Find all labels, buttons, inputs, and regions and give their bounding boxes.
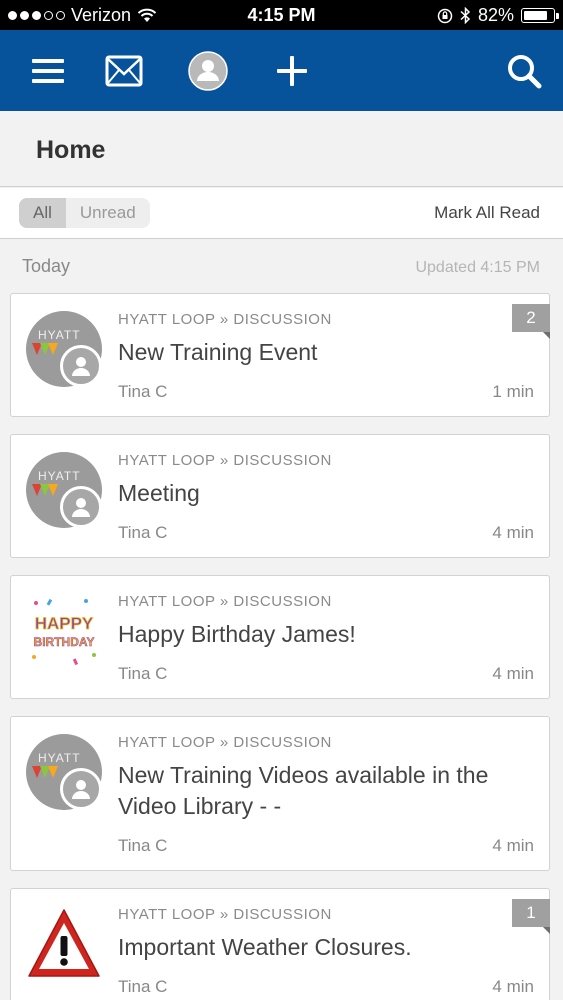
user-avatar-icon [60, 768, 102, 810]
add-button[interactable] [269, 48, 315, 94]
item-time: 4 min [492, 523, 534, 542]
group-avatar: HYATT [26, 311, 102, 387]
search-icon [508, 55, 542, 89]
item-author: Tina C [118, 523, 168, 542]
page-title: Home [36, 136, 106, 164]
mail-icon [105, 55, 143, 87]
feed-item[interactable]: HYATT HYATT LOOP » DISCUSSION Meeting Ti… [10, 434, 550, 558]
happy-birthday-image: HAPPY BIRTHDAY [26, 593, 102, 669]
profile-icon [188, 51, 228, 91]
reply-count-badge: 2 [512, 304, 550, 339]
bluetooth-icon [460, 7, 471, 24]
svg-text:BIRTHDAY: BIRTHDAY [34, 635, 95, 649]
feed-item[interactable]: HYATT HYATT LOOP » DISCUSSION New Traini… [10, 293, 550, 417]
item-title[interactable]: Meeting [118, 478, 528, 509]
item-time: 4 min [492, 977, 534, 996]
item-author: Tina C [118, 382, 168, 401]
add-icon [277, 56, 307, 86]
profile-button[interactable] [185, 48, 231, 94]
item-breadcrumb: HYATT LOOP » DISCUSSION [118, 311, 332, 328]
rotation-lock-icon [437, 8, 453, 23]
menu-icon [32, 59, 64, 83]
section-label: Today [22, 256, 71, 276]
feed-item[interactable]: HAPPY BIRTHDAY HYATT LOOP » DISCUSSION H… [10, 575, 550, 699]
feed-item[interactable]: HYATT HYATT LOOP » DISCUSSION New Traini… [10, 716, 550, 871]
mark-all-read-button[interactable]: Mark All Read [434, 203, 540, 223]
filter-unread-tab[interactable]: Unread [66, 198, 150, 228]
battery-icon [521, 8, 559, 23]
item-breadcrumb: HYATT LOOP » DISCUSSION [118, 734, 332, 751]
feed-item[interactable]: HYATT LOOP » DISCUSSION Important Weathe… [10, 888, 550, 1000]
item-author: Tina C [118, 977, 168, 996]
section-header: Today Updated 4:15 PM [0, 250, 563, 284]
item-time: 1 min [492, 382, 534, 401]
top-navigation [0, 30, 563, 111]
warning-icon [26, 906, 102, 982]
messages-button[interactable] [101, 48, 147, 94]
item-breadcrumb: HYATT LOOP » DISCUSSION [118, 452, 332, 469]
updated-timestamp: Updated 4:15 PM [415, 259, 540, 276]
user-avatar-icon [60, 345, 102, 387]
battery-percent: 82% [477, 5, 514, 25]
group-avatar: HYATT [26, 452, 102, 528]
group-avatar: HYATT [26, 734, 102, 810]
item-title[interactable]: Happy Birthday James! [118, 619, 528, 650]
filter-segmented-control: All Unread [19, 198, 150, 228]
item-breadcrumb: HYATT LOOP » DISCUSSION [118, 593, 332, 610]
item-title[interactable]: New Training Videos available in the Vid… [118, 760, 528, 822]
item-author: Tina C [118, 836, 168, 855]
search-button[interactable] [501, 48, 547, 94]
page-header: Home [0, 111, 563, 187]
menu-button[interactable] [25, 48, 71, 94]
filter-bar: All Unread Mark All Read [0, 188, 563, 239]
status-bar: Verizon 4:15 PM 82% [0, 0, 563, 30]
reply-count-badge: 1 [512, 899, 550, 934]
item-time: 4 min [492, 664, 534, 683]
item-time: 4 min [492, 836, 534, 855]
filter-all-tab[interactable]: All [19, 198, 66, 228]
user-avatar-icon [60, 486, 102, 528]
item-title[interactable]: Important Weather Closures. [118, 932, 528, 963]
svg-text:HAPPY: HAPPY [35, 614, 94, 633]
item-author: Tina C [118, 664, 168, 683]
item-breadcrumb: HYATT LOOP » DISCUSSION [118, 906, 332, 923]
item-title[interactable]: New Training Event [118, 337, 528, 368]
